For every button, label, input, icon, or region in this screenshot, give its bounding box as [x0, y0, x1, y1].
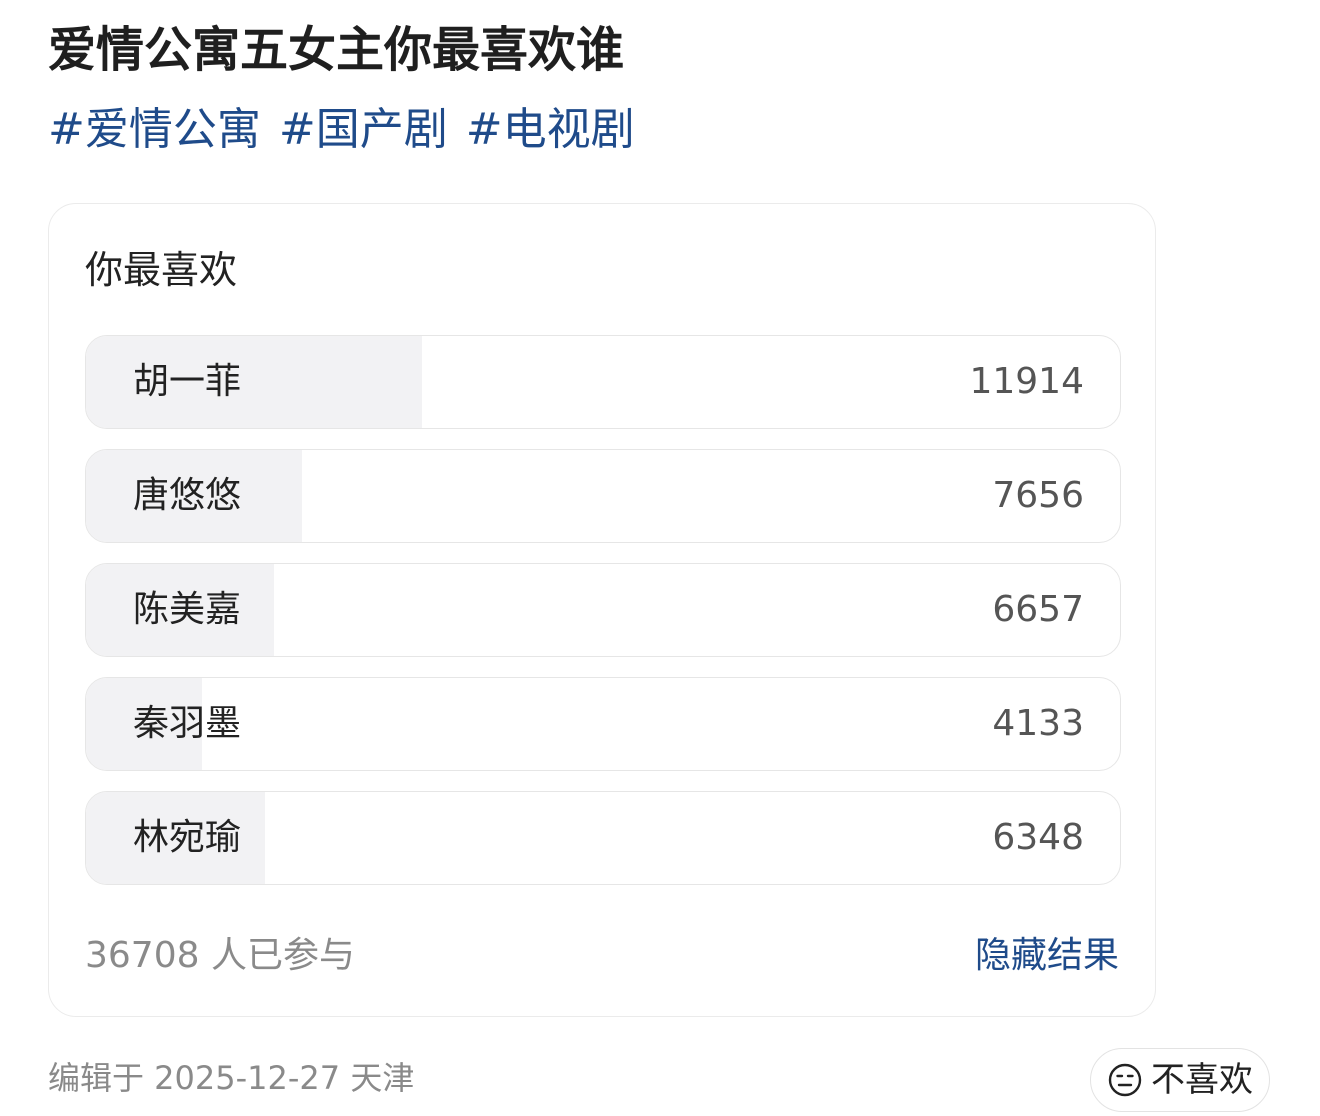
dislike-label: 不喜欢 [1151, 1060, 1253, 1100]
poll-option[interactable]: 秦羽墨 4133 [85, 677, 1121, 771]
poll-option-count: 6657 [992, 589, 1084, 630]
poll-option-count: 11914 [969, 361, 1084, 402]
poll-option-label: 陈美嘉 [133, 589, 242, 630]
poll-option-label: 秦羽墨 [133, 703, 242, 744]
poll-option[interactable]: 林宛瑜 6348 [85, 791, 1121, 885]
poll-option[interactable]: 唐悠悠 7656 [85, 449, 1121, 543]
neutral-face-icon [1108, 1063, 1142, 1097]
tag-link-dianshiju[interactable]: #电视剧 [466, 100, 635, 160]
poll-option-label: 胡一菲 [133, 361, 242, 402]
poll-question: 你最喜欢 [85, 248, 238, 292]
dislike-button[interactable]: 不喜欢 [1090, 1048, 1270, 1112]
poll-card: 你最喜欢 胡一菲 11914 唐悠悠 7656 陈美嘉 6657 秦羽墨 413… [48, 203, 1156, 1017]
tag-list: #爱情公寓 #国产剧 #电视剧 [48, 100, 635, 160]
poll-option-label: 林宛瑜 [133, 817, 242, 858]
edit-info: 编辑于 2025-12-27 天津 [48, 1059, 415, 1097]
poll-option[interactable]: 胡一菲 11914 [85, 335, 1121, 429]
tag-link-guochanju[interactable]: #国产剧 [279, 100, 448, 160]
tag-link-aiqinggongyu[interactable]: #爱情公寓 [48, 100, 261, 160]
poll-option-count: 7656 [992, 475, 1084, 516]
post-title: 爱情公寓五女主你最喜欢谁 [48, 22, 625, 78]
participant-count: 36708 人已参与 [85, 935, 355, 976]
poll-option[interactable]: 陈美嘉 6657 [85, 563, 1121, 657]
poll-option-label: 唐悠悠 [133, 475, 242, 516]
hide-results-link[interactable]: 隐藏结果 [975, 931, 1119, 981]
poll-option-count: 6348 [992, 817, 1084, 858]
poll-option-count: 4133 [992, 703, 1084, 744]
